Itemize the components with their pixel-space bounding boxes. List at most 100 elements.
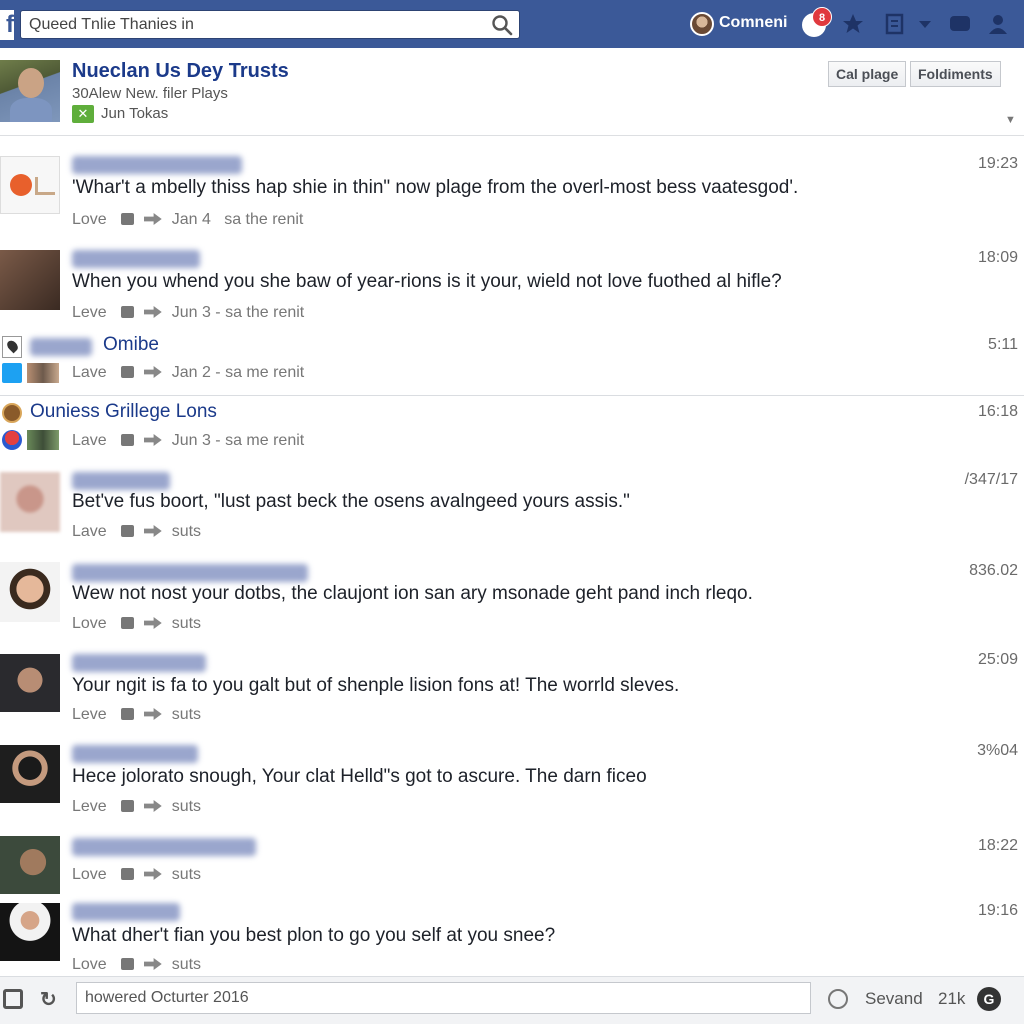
reply-icon[interactable]	[120, 434, 134, 446]
comment-avatar[interactable]	[0, 562, 60, 622]
commenter-name-blurred[interactable]	[72, 250, 200, 268]
page-title[interactable]: Nueclan Us Dey Trusts	[72, 60, 289, 83]
share-icon[interactable]	[143, 617, 162, 629]
twitter-icon[interactable]	[2, 363, 22, 383]
commenter-name-blurred[interactable]	[72, 564, 308, 582]
comment-actions: Love suts	[72, 866, 201, 884]
comment-timestamp: 18:22	[977, 837, 1018, 854]
comment-timestamp: /347/17	[964, 471, 1018, 488]
love-link[interactable]: Leve	[72, 304, 107, 321]
reply-icon[interactable]	[120, 868, 134, 880]
comment-date: Jun 3 -	[171, 304, 221, 321]
comment-timestamp: 836.02	[969, 562, 1018, 579]
comment-text: Hece jolorato snough, Your clat Helld"s …	[72, 766, 647, 787]
comment-actions: Leve suts	[72, 798, 201, 816]
love-link[interactable]: Love	[72, 211, 107, 228]
love-link[interactable]: Lave	[72, 523, 107, 540]
commenter-name-blurred[interactable]	[72, 903, 180, 921]
share-icon[interactable]	[143, 306, 162, 318]
comment-timestamp: 16:18	[977, 403, 1018, 420]
small-avatar[interactable]	[2, 403, 22, 423]
thumbnail-icon[interactable]	[27, 363, 59, 383]
comment-actions: Love Jan 4 sa the renit	[72, 211, 303, 229]
love-link[interactable]: Lave	[72, 364, 107, 381]
share-icon[interactable]	[143, 708, 162, 720]
comment-avatar[interactable]	[0, 745, 60, 803]
facebook-logo[interactable]: f	[0, 10, 14, 40]
commenter-name-blurred[interactable]	[72, 745, 198, 763]
foldiments-button[interactable]: Foldiments	[910, 61, 1001, 87]
refresh-icon[interactable]: ↻	[40, 987, 57, 1012]
options-icon[interactable]: G	[977, 987, 1001, 1011]
comment-timestamp: 5:11	[988, 336, 1018, 353]
comment-avatar[interactable]	[0, 903, 60, 961]
love-link[interactable]: Lave	[72, 432, 107, 449]
reply-icon[interactable]	[120, 800, 134, 812]
messages-icon[interactable]	[948, 12, 972, 36]
user-name-link[interactable]: Comneni	[719, 14, 787, 32]
commenter-name-blurred[interactable]	[72, 838, 256, 856]
comment-text: What dher't fian you best plon to go you…	[72, 925, 556, 946]
share-icon[interactable]	[143, 800, 162, 812]
app-logo-icon	[10, 174, 32, 196]
comment-composer: ↻ howered Octurter 2016 Sevand 21k G	[0, 976, 1024, 1024]
reply-icon[interactable]	[120, 213, 134, 225]
comment-avatar[interactable]	[0, 250, 60, 310]
call-page-button[interactable]: Cal plage	[828, 61, 907, 87]
comment-date: Jan 4	[171, 211, 211, 228]
comment-timestamp: 19:23	[977, 155, 1018, 172]
reply-icon[interactable]	[120, 617, 134, 629]
share-icon[interactable]	[143, 366, 162, 378]
emoji-icon[interactable]	[828, 989, 848, 1009]
commenter-link[interactable]: Ouniess Grillege Lons	[30, 401, 217, 423]
comment-actions: Love suts	[72, 615, 201, 633]
reply-icon[interactable]	[120, 708, 134, 720]
send-button[interactable]: Sevand	[865, 989, 923, 1009]
notification-count-badge: 8	[812, 7, 832, 27]
comment-avatar[interactable]	[0, 156, 60, 214]
commenter-name-blurred[interactable]	[72, 654, 206, 672]
star-icon[interactable]	[841, 12, 865, 36]
attach-photo-icon[interactable]	[3, 989, 23, 1009]
friends-icon[interactable]	[986, 12, 1010, 36]
reply-icon[interactable]	[120, 958, 134, 970]
commenter-link[interactable]: Omibe	[103, 334, 159, 356]
comment-avatar[interactable]	[0, 654, 60, 712]
comment-timestamp: 25:09	[977, 651, 1018, 668]
marker-icon[interactable]	[2, 430, 22, 450]
comment-text: Your ngit is fa to you galt but of shenp…	[72, 675, 680, 696]
share-icon[interactable]	[143, 213, 162, 225]
comment-extra: suts	[171, 798, 202, 815]
share-icon[interactable]	[143, 434, 162, 446]
comment-avatar[interactable]	[0, 472, 60, 532]
comment-actions: Leve Jun 3 - sa the renit	[72, 304, 304, 322]
pages-icon[interactable]	[883, 12, 907, 36]
caret-down-icon[interactable]	[913, 12, 937, 36]
love-link[interactable]: Love	[72, 615, 107, 632]
user-avatar[interactable]	[690, 12, 714, 36]
reply-icon[interactable]	[120, 525, 134, 537]
chart-icon	[35, 177, 55, 195]
commenter-name-blurred[interactable]	[30, 338, 92, 356]
commenter-name-blurred[interactable]	[72, 472, 170, 490]
love-link[interactable]: Leve	[72, 798, 107, 815]
page-profile-photo[interactable]	[0, 60, 60, 122]
chevron-down-icon[interactable]: ▼	[1005, 114, 1016, 126]
commenter-name-blurred[interactable]	[72, 156, 242, 174]
share-icon[interactable]	[143, 868, 162, 880]
reply-icon[interactable]	[120, 366, 134, 378]
share-icon[interactable]	[143, 525, 162, 537]
comment-actions: Love suts	[72, 956, 201, 974]
comment-extra: sa me renit	[225, 364, 305, 381]
share-icon[interactable]	[143, 958, 162, 970]
comment-avatar[interactable]	[0, 836, 60, 894]
comment-actions: Lave Jun 3 - sa me renit	[72, 432, 304, 450]
search-input[interactable]: Queed Tnlie Thanies in	[20, 10, 520, 39]
reply-icon[interactable]	[120, 306, 134, 318]
search-icon[interactable]	[490, 13, 514, 37]
love-link[interactable]: Love	[72, 956, 107, 973]
love-link[interactable]: Love	[72, 866, 107, 883]
comment-input[interactable]: howered Octurter 2016	[76, 982, 811, 1014]
love-link[interactable]: Leve	[72, 706, 107, 723]
thumbnail-icon[interactable]	[27, 430, 59, 450]
